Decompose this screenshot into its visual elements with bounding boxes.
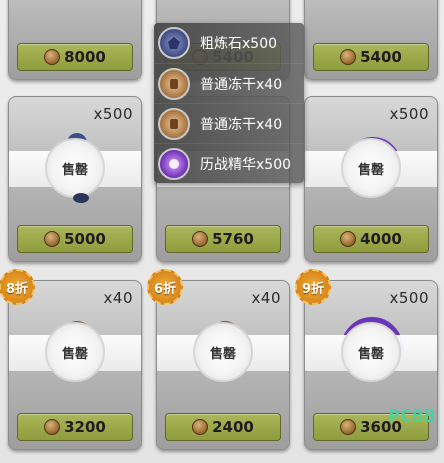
price-button[interactable]: 5760 <box>165 225 281 253</box>
shop-card[interactable]: 5400 <box>304 0 438 80</box>
tooltip-item-label: 普通冻干x40 <box>200 76 283 93</box>
tooltip-row: 历战精华x500 <box>154 143 304 183</box>
coin-icon <box>44 231 61 247</box>
battle-essence-icon <box>158 147 190 180</box>
discount-badge: 8折 <box>0 269 35 305</box>
tooltip-row: 普通冻干x40 <box>154 63 304 103</box>
price-button[interactable]: 2400 <box>165 413 281 441</box>
freeze-dried-food-icon <box>158 107 190 140</box>
price-value: 2400 <box>212 418 254 436</box>
coin-icon <box>340 231 357 247</box>
sold-out-stamp: 售罄 <box>45 138 105 198</box>
discount-badge: 6折 <box>147 269 183 305</box>
coin-icon <box>340 419 357 435</box>
discount-badge: 9折 <box>295 269 331 305</box>
price-value: 8000 <box>64 48 106 66</box>
ore-stone-icon <box>158 27 190 59</box>
tooltip-item-label: 普通冻干x40 <box>200 116 283 133</box>
price-value: 5760 <box>212 230 254 248</box>
price-button[interactable]: 5000 <box>17 225 133 253</box>
item-quantity: x500 <box>93 105 133 123</box>
price-button[interactable]: 4000 <box>313 225 429 253</box>
item-quantity: x40 <box>251 289 281 307</box>
price-value: 4000 <box>360 230 402 248</box>
coin-icon <box>192 231 209 247</box>
shop-card[interactable]: x500 售罄 4000 <box>304 96 438 262</box>
item-quantity: x500 <box>389 289 429 307</box>
tooltip-row: 普通冻干x40 <box>154 103 304 143</box>
price-button[interactable]: 5400 <box>313 43 429 71</box>
sold-out-stamp: 售罄 <box>45 322 105 382</box>
item-gem-icon <box>73 193 89 203</box>
shop-card[interactable]: 6折 x40 售罄 2400 <box>147 269 290 450</box>
coin-icon <box>340 49 357 65</box>
item-tooltip: 粗炼石x500 普通冻干x40 普通冻干x40 历战精华x500 <box>154 23 304 183</box>
shop-card[interactable]: 8000 <box>8 0 142 80</box>
price-value: 5000 <box>64 230 106 248</box>
sold-out-stamp: 售罄 <box>341 322 401 382</box>
tooltip-item-label: 粗炼石x500 <box>200 36 278 52</box>
item-quantity: x40 <box>103 289 133 307</box>
tooltip-item-label: 历战精华x500 <box>200 156 292 173</box>
sold-out-stamp: 售罄 <box>193 322 253 382</box>
price-button[interactable]: 3200 <box>17 413 133 441</box>
shop-card[interactable]: x500 售罄 5000 <box>8 96 142 262</box>
freeze-dried-food-icon <box>158 67 190 100</box>
coin-icon <box>44 49 61 65</box>
price-value: 5400 <box>360 48 402 66</box>
tooltip-row: 粗炼石x500 <box>154 23 304 63</box>
coin-icon <box>192 419 209 435</box>
shop-card[interactable]: 8折 x40 售罄 3200 <box>0 269 142 450</box>
price-button[interactable]: 8000 <box>17 43 133 71</box>
sold-out-stamp: 售罄 <box>341 138 401 198</box>
watermark: PCBB <box>388 406 436 427</box>
item-quantity: x500 <box>389 105 429 123</box>
coin-icon <box>44 419 61 435</box>
price-value: 3200 <box>64 418 106 436</box>
